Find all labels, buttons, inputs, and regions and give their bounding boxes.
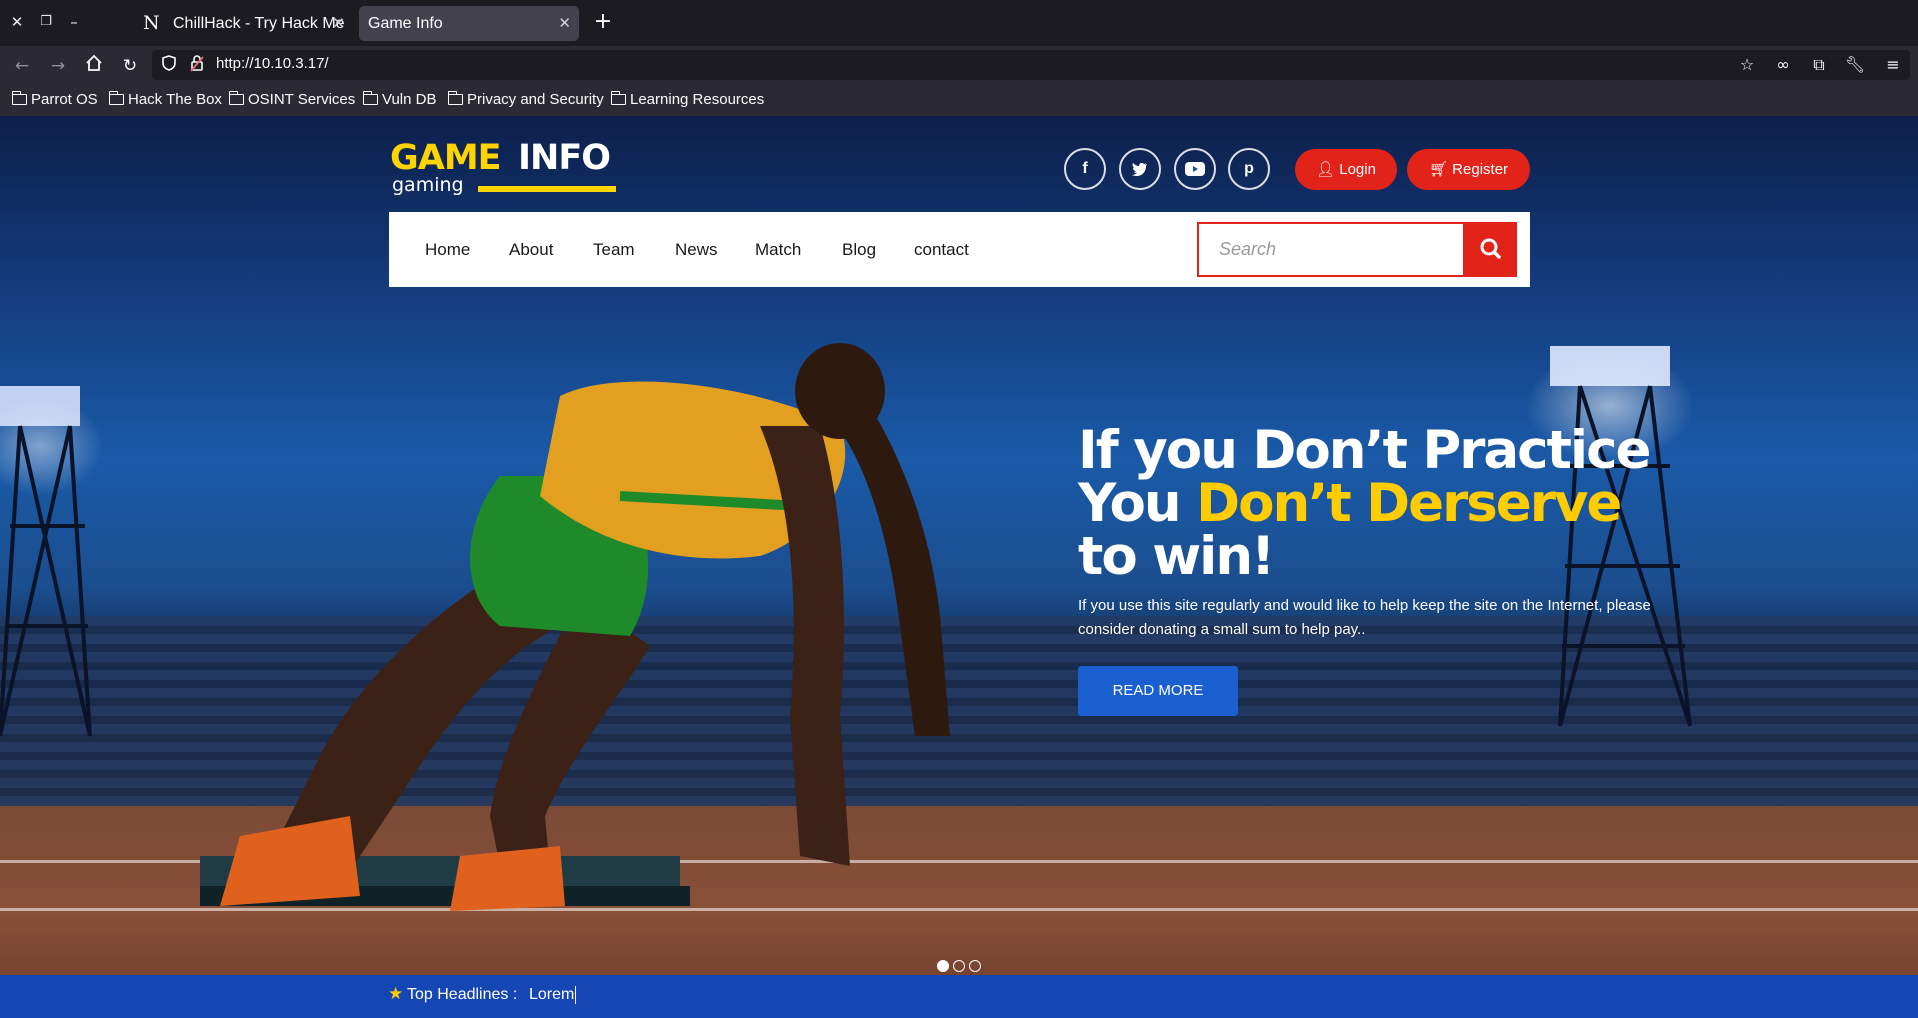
register-label: Register	[1452, 161, 1509, 178]
hero-line-2-yellow: Don’t Derserve	[1196, 473, 1622, 534]
hero-line-2-white: You	[1078, 473, 1197, 534]
bookmark-learning-resources[interactable]: Learning Resources	[610, 90, 765, 110]
bookmark-label: Learning Resources	[630, 91, 765, 108]
back-icon[interactable]: ←	[10, 54, 34, 78]
logo-underline	[478, 186, 616, 192]
tab-bar: ✕ ❐ – N ChillHack - Try Hack Me | ✕ Game…	[0, 0, 1918, 67]
floodlight-tower-left	[0, 386, 92, 737]
bookmark-label: Vuln DB	[382, 91, 437, 108]
slider-dot-3[interactable]	[969, 960, 981, 972]
youtube-icon[interactable]	[1174, 148, 1216, 190]
pinterest-icon[interactable]: p	[1228, 148, 1270, 190]
slider-dot-1[interactable]	[937, 960, 949, 972]
search-box	[1197, 222, 1465, 277]
bookmark-privacy-and-security[interactable]: Privacy and Security	[447, 90, 604, 110]
extensions-icon[interactable]: ⧉	[1808, 54, 1830, 76]
menu-item-contact[interactable]: contact	[914, 212, 969, 287]
cart-icon: 🛒︎	[1428, 161, 1448, 178]
logo-sub-text: gaming	[392, 174, 464, 196]
restore-window-icon[interactable]: ❐	[36, 12, 56, 32]
n-logo-icon: N	[143, 12, 160, 34]
search-input[interactable]	[1199, 224, 1463, 275]
facebook-icon[interactable]: f	[1064, 148, 1106, 190]
private-mask-icon[interactable]: ∞	[1772, 54, 1794, 76]
bookmarks-bar: Parrot OS Hack The Box OSINT Services Vu…	[0, 84, 1918, 116]
web-page: GAME INFO gaming f p 👤︎ Login 🛒︎ Registe…	[0, 116, 1918, 1018]
user-icon: 👤︎	[1316, 161, 1336, 178]
close-window-icon[interactable]: ✕	[7, 12, 27, 32]
hero-line-1: If you Don’t Practice	[1078, 420, 1651, 481]
menu-item-about[interactable]: About	[509, 212, 553, 287]
hero-line-3: to win!	[1078, 526, 1275, 587]
logo-info-text: INFO	[518, 138, 611, 178]
site-logo[interactable]: GAME INFO gaming	[390, 138, 618, 198]
folder-icon	[447, 91, 463, 105]
tools-wrench-icon[interactable]: 🔧︎	[1844, 54, 1866, 76]
headlines-label: Top Headlines :	[407, 986, 518, 1003]
menu-item-home[interactable]: Home	[425, 212, 470, 287]
login-button[interactable]: 👤︎ Login	[1295, 149, 1397, 190]
star-icon: ★	[388, 984, 404, 1004]
bookmark-label: Parrot OS	[31, 91, 98, 108]
menu-item-news[interactable]: News	[675, 212, 718, 287]
url-text[interactable]: http://10.10.3.17/	[216, 55, 329, 72]
bookmark-label: Hack The Box	[128, 91, 222, 108]
login-label: Login	[1339, 161, 1376, 178]
register-button[interactable]: 🛒︎ Register	[1407, 149, 1530, 190]
bookmark-label: Privacy and Security	[467, 91, 604, 108]
bookmark-parrot-os[interactable]: Parrot OS	[11, 90, 98, 110]
menu-item-blog[interactable]: Blog	[842, 212, 876, 287]
menu-item-team[interactable]: Team	[593, 212, 635, 287]
folder-icon	[362, 91, 378, 105]
bookmark-hack-the-box[interactable]: Hack The Box	[108, 90, 222, 110]
new-tab-icon[interactable]: +	[591, 10, 615, 34]
read-more-button[interactable]: READ MORE	[1078, 666, 1238, 716]
bookmark-osint-services[interactable]: OSINT Services	[228, 90, 356, 110]
main-menu: Home About Team News Match Blog contact	[389, 212, 1530, 287]
logo-game-text: GAME	[390, 138, 502, 178]
tab-title: Game Info	[368, 15, 443, 32]
folder-icon	[108, 91, 124, 105]
tab-chillhack[interactable]: N ChillHack - Try Hack Me | ✕	[131, 6, 353, 67]
insecure-lock-icon[interactable]	[190, 54, 206, 74]
search-icon	[1480, 238, 1501, 259]
bookmark-star-icon[interactable]: ☆	[1736, 54, 1758, 76]
top-headlines-bar: ★ Top Headlines : Lorem	[0, 975, 1918, 1018]
hero-description: If you use this site regularly and would…	[1078, 597, 1651, 638]
minimize-window-icon[interactable]: –	[64, 12, 84, 32]
folder-icon	[11, 91, 27, 105]
folder-icon	[610, 91, 626, 105]
bookmark-label: OSINT Services	[248, 91, 356, 108]
hero-title: If you Don’t Practice You Don’t Derserve…	[1078, 424, 1718, 583]
bookmark-vuln-db[interactable]: Vuln DB	[362, 90, 437, 110]
tab-close-icon[interactable]: ✕	[558, 6, 571, 41]
headlines-ticker[interactable]: Lorem	[529, 986, 577, 1004]
menu-item-match[interactable]: Match	[755, 212, 801, 287]
tab-close-icon[interactable]: ✕	[332, 6, 345, 41]
url-bar[interactable]: http://10.10.3.17/ ☆ ∞ ⧉ 🔧︎ ≡	[152, 50, 1910, 80]
reload-icon[interactable]: ↻	[118, 54, 142, 78]
tab-game-info[interactable]: Game Info ✕	[359, 6, 579, 41]
home-icon[interactable]	[82, 54, 106, 78]
forward-icon[interactable]: →	[46, 54, 70, 78]
shield-icon[interactable]	[162, 55, 178, 73]
menu-hamburger-icon[interactable]: ≡	[1882, 54, 1904, 76]
navigation-bar: ← → ↻ http://10.10.3.17/ ☆ ∞ ⧉ 🔧︎ ≡	[0, 46, 1918, 84]
search-button[interactable]	[1465, 222, 1517, 277]
twitter-icon[interactable]	[1119, 148, 1161, 190]
slider-dot-2[interactable]	[953, 960, 965, 972]
athlete-image	[200, 343, 950, 911]
folder-icon	[228, 91, 244, 105]
hero-line-2: You Don’t Derserve	[1078, 477, 1718, 530]
